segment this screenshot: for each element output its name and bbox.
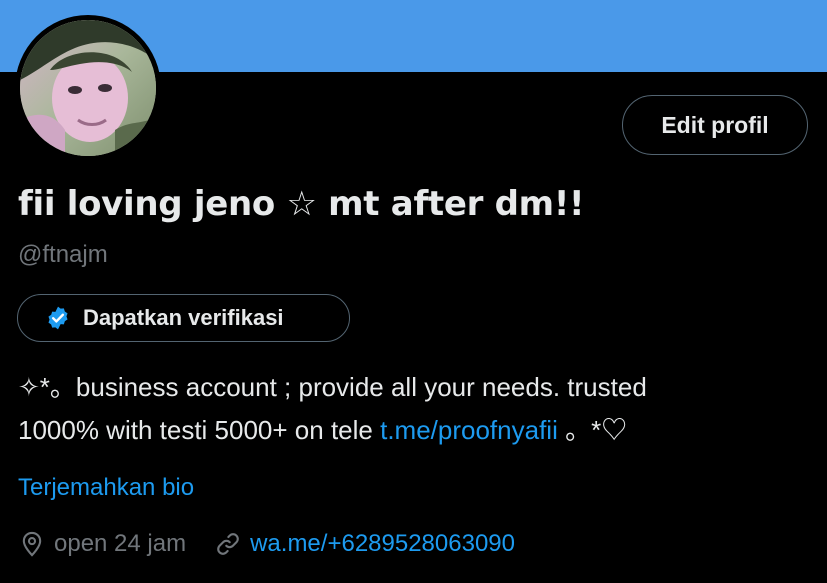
display-name: fii loving jeno ☆ mt after dm!! [18, 184, 585, 224]
bio-line-2-suffix: 。*♡ [557, 415, 628, 445]
translate-bio-link[interactable]: Terjemahkan bio [18, 474, 194, 502]
location-item: open 24 jam [18, 530, 186, 558]
bio-telegram-link[interactable]: t.me/proofnyafii [380, 415, 558, 445]
link-icon [217, 533, 239, 555]
avatar-frame[interactable] [15, 15, 161, 161]
avatar-image [20, 20, 156, 156]
get-verified-button[interactable]: Dapatkan verifikasi [17, 294, 350, 342]
profile-page: Edit profil fii loving jeno ☆ mt after d… [0, 0, 827, 583]
get-verified-label: Dapatkan verifikasi [83, 305, 284, 330]
location-pin-icon [22, 531, 42, 557]
profile-bio: ✧*。business account ; provide all your n… [18, 366, 818, 452]
location-text: open 24 jam [54, 530, 187, 557]
edit-profile-button[interactable]: Edit profil [622, 95, 808, 155]
website-item: wa.me/+6289528063090 [214, 530, 515, 558]
profile-meta: open 24 jam wa.me/+6289528063090 [18, 530, 515, 558]
bio-line-1: ✧*。business account ; provide all your n… [18, 372, 647, 402]
bio-line-2-text: 1000% with testi 5000+ on tele [18, 415, 381, 445]
avatar[interactable] [20, 20, 156, 156]
bio-line-2: 1000% with testi 5000+ on tele t.me/proo… [18, 409, 818, 452]
website-link[interactable]: wa.me/+6289528063090 [250, 530, 515, 558]
user-handle: @ftnajm [18, 241, 108, 268]
verified-badge-icon [48, 306, 68, 330]
